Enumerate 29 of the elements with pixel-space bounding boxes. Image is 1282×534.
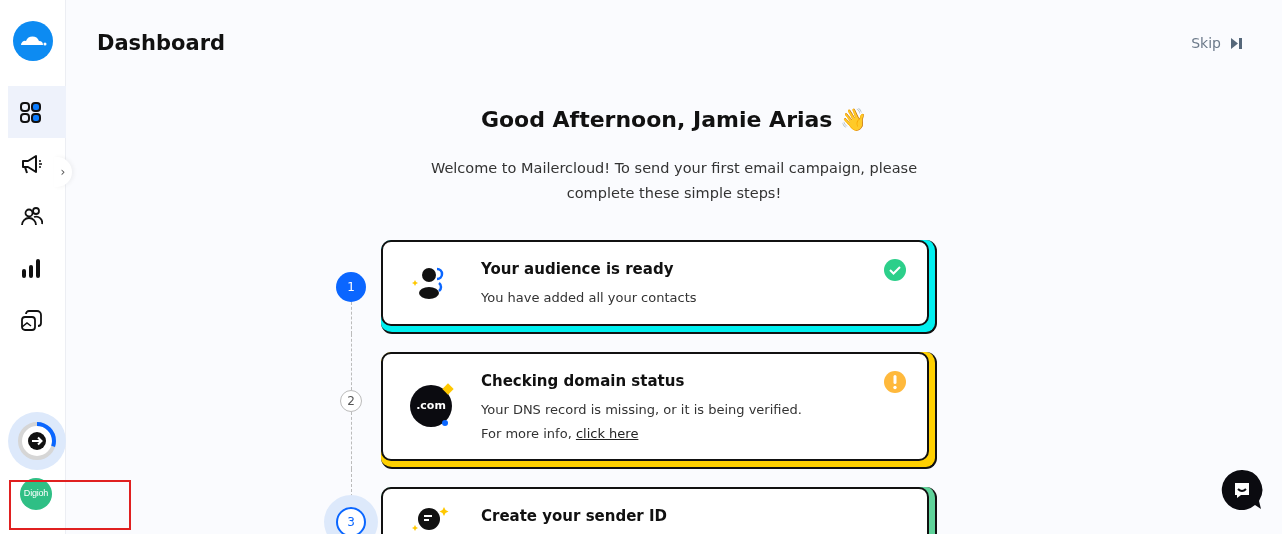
step-card[interactable]: Your audience is ready You have added all your contacts bbox=[381, 239, 937, 334]
step-number: 2 bbox=[340, 390, 362, 413]
page-title: Dashboard bbox=[97, 30, 226, 57]
check-icon bbox=[883, 257, 907, 282]
bar-chart-icon bbox=[19, 256, 43, 280]
expand-toggle[interactable]: › bbox=[54, 157, 72, 187]
click-here-link[interactable]: click here bbox=[575, 425, 639, 441]
domain-icon: .com bbox=[410, 385, 452, 428]
sidebar-item[interactable] bbox=[8, 86, 66, 138]
step-title: Checking domain status bbox=[481, 370, 686, 392]
welcome-text: Welcome to Mailercloud! To send your first email campaign, please complete these simple steps! bbox=[429, 158, 919, 203]
step-description: You have added all your contacts bbox=[481, 289, 698, 307]
greeting-heading: Good Afternoon, Jamie Arias 👋 bbox=[480, 105, 868, 134]
step-title: Your audience is ready bbox=[481, 258, 675, 280]
chat-icon[interactable] bbox=[1220, 468, 1264, 512]
warning-icon bbox=[883, 369, 907, 394]
skip-icon bbox=[1231, 38, 1242, 50]
step-title: Create your sender ID bbox=[481, 506, 668, 527]
megaphone-icon bbox=[19, 152, 43, 176]
grid-icon bbox=[18, 100, 42, 124]
more-info-text: For more info, click here bbox=[481, 424, 640, 443]
skip-button[interactable]: Skip bbox=[1191, 33, 1242, 55]
step-description: Your DNS record is missing, or it is being verified. bbox=[481, 401, 803, 419]
step-card[interactable]: Create your sender ID bbox=[381, 487, 937, 534]
step-number: 1 bbox=[336, 271, 366, 302]
people-icon bbox=[19, 204, 43, 228]
cloud-logo-icon[interactable] bbox=[12, 21, 53, 61]
step-card[interactable]: .com Checking domain status Your DNS record is missing, or it is being verified. For more info, click here bbox=[381, 351, 937, 469]
image-stack-icon bbox=[19, 308, 43, 332]
